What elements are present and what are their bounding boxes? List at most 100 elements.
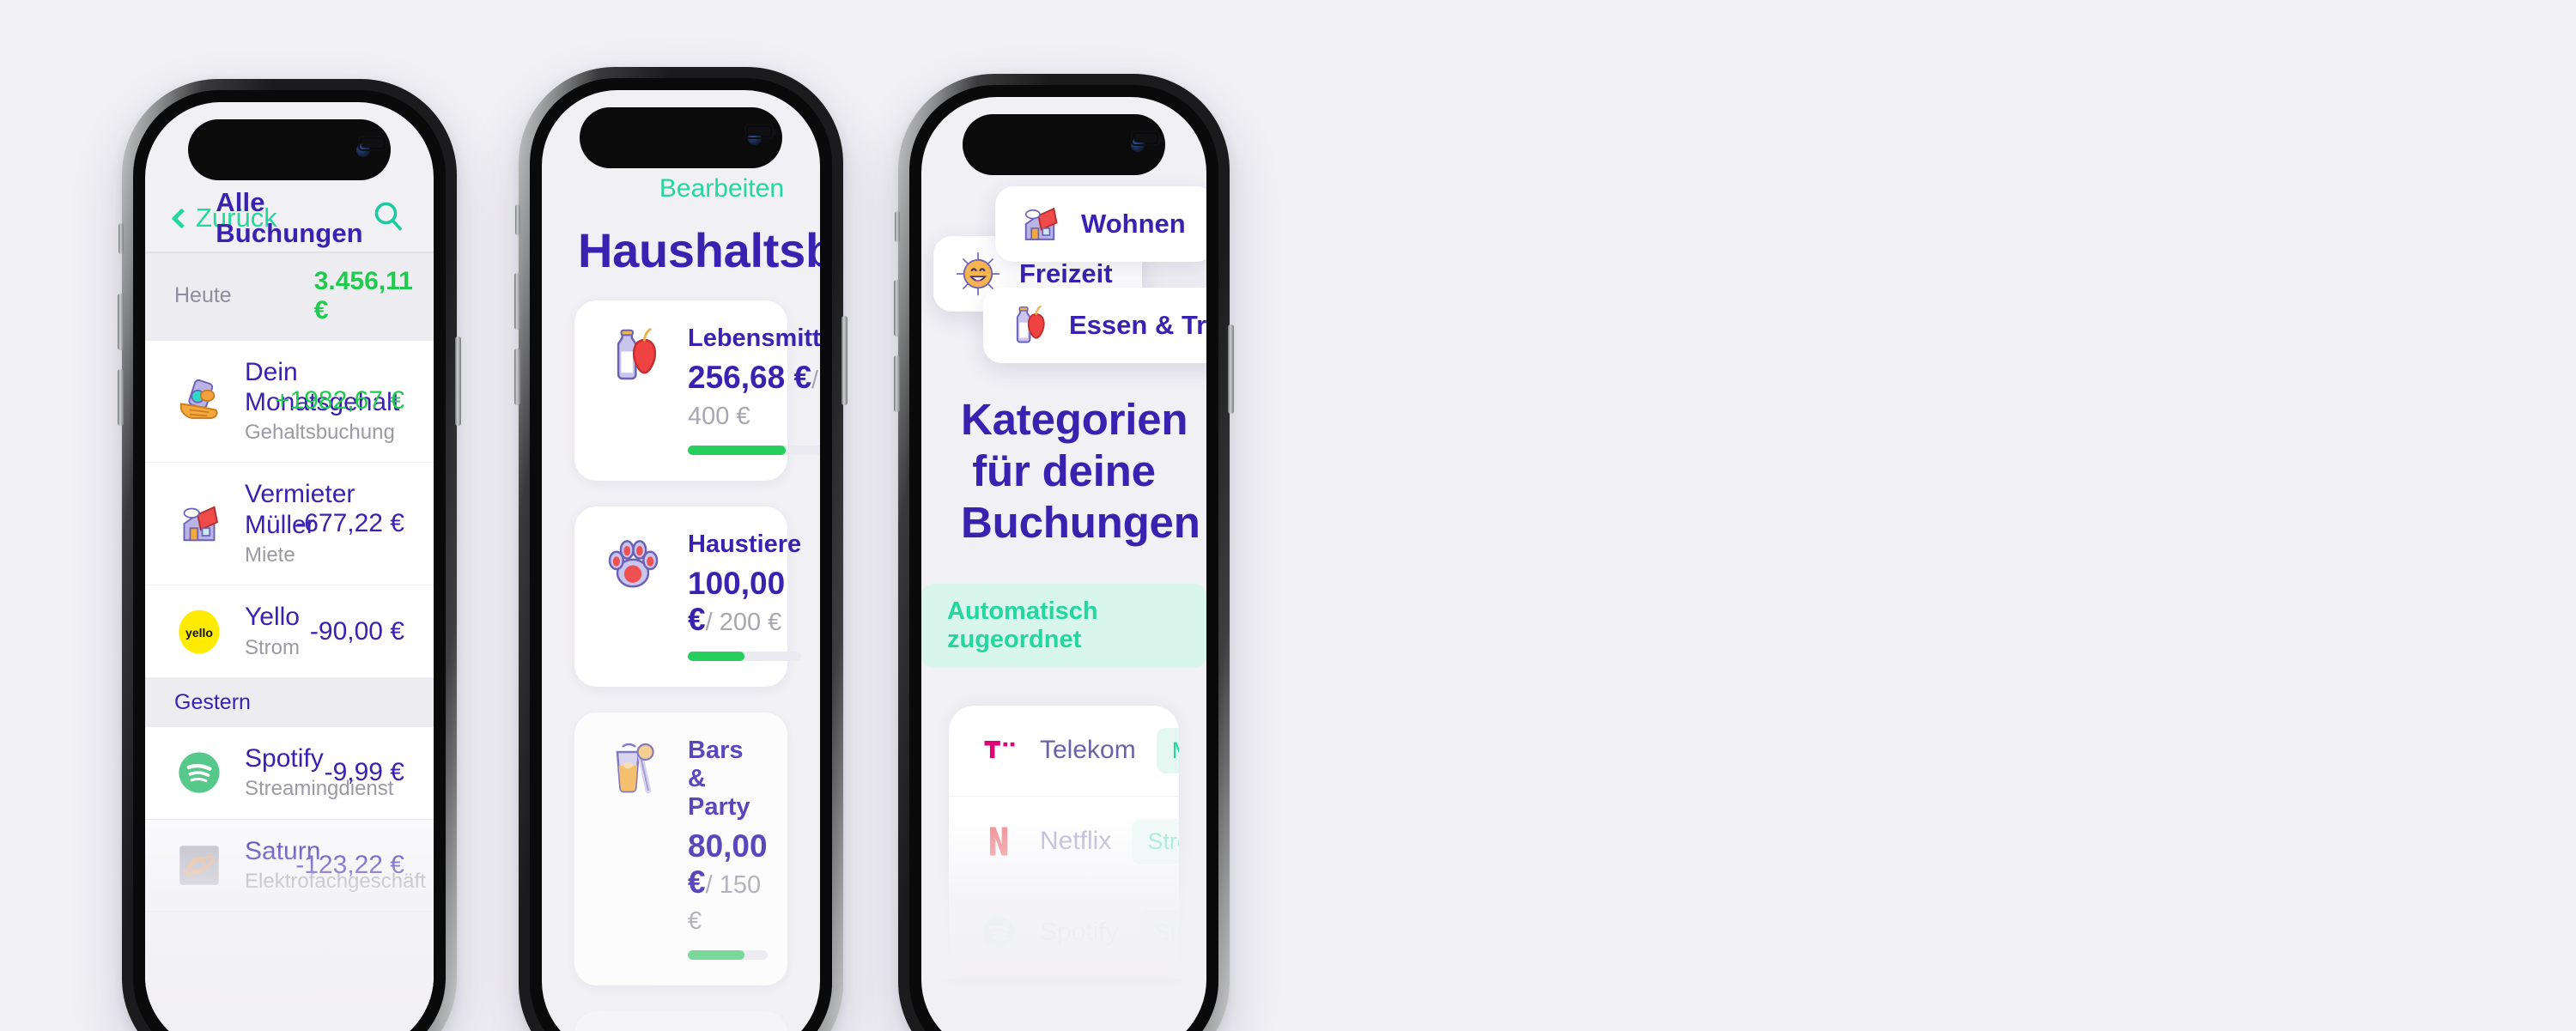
transaction-amount: +1982,67 € (275, 386, 404, 415)
volume-down-button[interactable] (118, 369, 124, 426)
spotify-logo-icon (174, 748, 224, 798)
category-tag[interactable]: Mobilfunk ✓ (1156, 727, 1179, 773)
merchant-name: Netflix (1040, 827, 1112, 856)
yello-logo-icon: yello (174, 607, 224, 657)
power-button[interactable] (1228, 324, 1234, 414)
transaction-subtitle: Streamingdienst (245, 777, 394, 801)
group-label: Gestern (174, 690, 251, 715)
transaction-subtitle: Strom (245, 635, 301, 659)
saturn-logo-icon (174, 840, 224, 890)
transaction-amount: -90,00 € (309, 616, 404, 646)
phone-1: 9:41 (118, 79, 461, 1031)
status-bar: 9:41 (542, 90, 820, 173)
transaction-subtitle: Elektrofachgeschäft (245, 869, 426, 893)
budget-spent: 256,68 € (688, 360, 812, 395)
volume-up-button[interactable] (118, 294, 124, 350)
volume-up-button[interactable] (894, 280, 900, 337)
volume-down-button[interactable] (894, 355, 900, 412)
page-title: Alle Buchungen (216, 187, 363, 248)
paw-icon (600, 529, 665, 594)
battery-icon (358, 136, 390, 151)
volume-up-button[interactable] (514, 273, 520, 330)
milk-apple-icon (600, 323, 665, 388)
status-bar: 9:41 (921, 97, 1206, 179)
transaction-list: Heute 3.456,11 € Dein Monatsgehalt Gehal… (145, 252, 434, 1004)
navigation-bar: Zurück Alle Buchungen (145, 185, 434, 252)
category-tag-label: Streaming (1154, 919, 1179, 945)
category-pill-label: Wohnen (1081, 209, 1186, 239)
transaction-amount: -123,22 € (295, 850, 404, 879)
table-row[interactable]: yello Yello Strom -90,00 € (145, 585, 434, 679)
budget-limit: / 200 € (705, 609, 782, 636)
chevron-left-icon (171, 207, 192, 229)
mute-switch[interactable] (118, 223, 124, 254)
mute-switch[interactable] (895, 211, 900, 242)
search-icon (374, 202, 402, 230)
budget-list: Lebensmittel 256,68 €/ 400 € (542, 300, 820, 1031)
transaction-name: Yello (245, 603, 300, 632)
battery-icon (744, 124, 776, 139)
table-row[interactable]: Saturn Elektrofachgeschäft -123,22 € (145, 819, 434, 913)
edit-button[interactable]: Bearbeiten (659, 174, 784, 203)
merchant-name: Telekom (1040, 736, 1136, 765)
category-tag-label: Mobilfunk (1172, 737, 1179, 764)
transaction-subtitle: Gehaltsbuchung (245, 421, 395, 445)
group-header-yesterday: Gestern (145, 678, 434, 728)
merchant-list-wrap: Telekom Mobilfunk ✓ (921, 705, 1206, 979)
telekom-logo-icon (978, 730, 1019, 771)
group-label: Heute (174, 283, 232, 307)
list-item[interactable]: Telekom Mobilfunk ✓ (949, 706, 1179, 797)
merchant-list: Telekom Mobilfunk ✓ (949, 705, 1179, 979)
budget-card[interactable]: Lebensmittel 256,68 €/ 400 € (574, 300, 820, 481)
transaction-name: Dein Monatsgehalt (245, 357, 400, 416)
power-button[interactable] (841, 316, 848, 405)
house-icon (174, 499, 224, 549)
placeholder-icon (174, 932, 224, 982)
category-tag[interactable]: Streaming ✓ (1139, 909, 1179, 955)
budget-card[interactable]: Bars & Party 80,00 €/ 150 € (574, 713, 787, 986)
merchant-name: Spotify (1040, 918, 1119, 947)
page-title: Haushaltsbuch (578, 223, 820, 277)
page-title: Kategorien für deine Buchungen (961, 395, 1200, 548)
table-row[interactable] (145, 912, 434, 1004)
category-pill-essen-trinken[interactable]: Essen & Trinken (983, 288, 1206, 363)
category-pill-label: Freizeit (1019, 258, 1113, 288)
category-tag[interactable]: Streaming ✓ (1132, 818, 1179, 864)
battery-icon (1131, 130, 1163, 146)
screenshot-stage: 9:41 (0, 0, 2576, 1031)
volume-down-button[interactable] (514, 349, 520, 405)
category-pill-label: Essen & Trinken (1069, 310, 1206, 340)
group-header-today: Heute 3.456,11 € (145, 252, 434, 341)
table-row[interactable]: Dein Monatsgehalt Gehaltsbuchung +1982,6… (145, 340, 434, 464)
transaction-amount: -677,22 € (295, 509, 404, 538)
spotify-logo-icon (978, 912, 1019, 953)
list-item[interactable]: Spotify Streaming ✓ (949, 888, 1179, 979)
toolbar: Bearbeiten (542, 173, 820, 203)
category-tag-label: Streaming (1147, 828, 1179, 854)
category-pill-wohnen[interactable]: Wohnen (995, 186, 1206, 262)
phone-3-bezel: 9:41 (909, 85, 1218, 1031)
table-row[interactable]: Spotify Streamingdienst -9,99 € (145, 727, 434, 820)
list-item[interactable]: Netflix Streaming ✓ (949, 797, 1179, 888)
phone-3-screen: 9:41 (921, 97, 1206, 1031)
phone-1-screen: 9:41 (145, 102, 434, 1031)
budget-card[interactable]: Freizeit & Sport 73,00 €/ 150 € (574, 1011, 787, 1031)
power-button[interactable] (455, 337, 461, 426)
budget-progress-bar (688, 446, 820, 455)
hand-holding-phone-icon (174, 376, 224, 426)
phone-2: 9:41 Bearbeiten (514, 67, 848, 1031)
group-sum: 3.456,11 € (313, 266, 413, 324)
table-row[interactable]: Vermieter Müller Miete -677,22 € (145, 463, 434, 586)
svg-text:yello: yello (185, 626, 213, 640)
status-badge: Automatisch zugeordnet (921, 583, 1206, 668)
budget-card[interactable]: Haustiere 100,00 €/ 200 € (574, 506, 802, 687)
category-pill-stack: Wohnen Freizeit Essen & Tr (921, 186, 1206, 375)
mute-switch[interactable] (515, 204, 520, 235)
transaction-name: Spotify (245, 744, 324, 773)
phone-2-screen: 9:41 Bearbeiten (542, 90, 820, 1031)
search-button[interactable] (372, 200, 404, 237)
phone-3: 9:41 (894, 74, 1234, 1031)
house-icon (1016, 200, 1064, 248)
transaction-name: Vermieter Müller (245, 480, 355, 539)
budget-progress-bar (688, 950, 768, 960)
